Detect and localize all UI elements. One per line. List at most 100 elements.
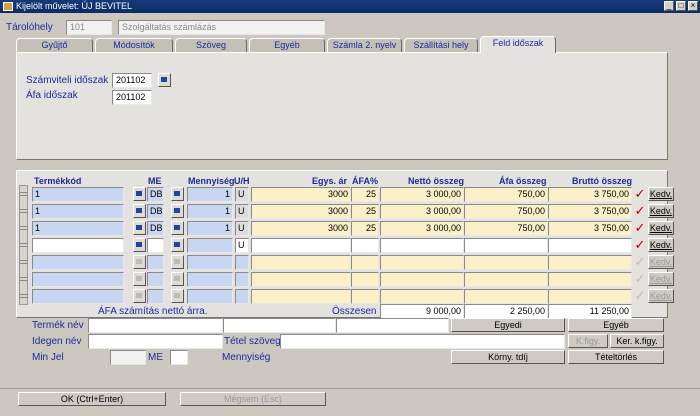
grid-cell-brutto[interactable]: 3 750,00 <box>548 221 632 236</box>
check-icon[interactable]: ✓ <box>633 255 647 269</box>
tab-egyeb[interactable]: Egyéb <box>249 38 325 52</box>
taroloh-code-field[interactable]: 101 <box>66 20 112 35</box>
grid-cell-me[interactable]: DB <box>147 187 164 202</box>
grid-cell-ar[interactable]: 3000 <box>251 221 351 236</box>
grid-cell-afa[interactable]: 750,00 <box>464 187 548 202</box>
grid-cell-me[interactable] <box>147 272 164 287</box>
grid-cell-uh[interactable]: U <box>235 238 249 253</box>
megsem-button[interactable]: Mégsem (Esc) <box>180 392 326 406</box>
grid-cell-afa-pct[interactable]: 25 <box>351 221 379 236</box>
grid-cell-me[interactable] <box>147 255 164 270</box>
grid-cell-afa[interactable]: 750,00 <box>464 221 548 236</box>
grid-cell-netto[interactable] <box>380 238 464 253</box>
check-icon[interactable]: ✓ <box>633 289 647 303</box>
row-handle[interactable] <box>20 277 28 281</box>
grid-cell-netto[interactable]: 3 000,00 <box>380 187 464 202</box>
calendar-icon[interactable] <box>158 73 171 87</box>
grid-cell-netto[interactable]: 3 000,00 <box>380 221 464 236</box>
tetel-torles-button[interactable]: Tételtörlés <box>568 350 664 364</box>
grid-cell-me[interactable] <box>147 238 164 253</box>
termek-nev-field-2[interactable] <box>223 318 336 333</box>
egyedi-button[interactable]: Egyedi <box>451 318 565 332</box>
calendar-icon[interactable] <box>171 255 184 269</box>
calendar-icon[interactable] <box>133 255 146 269</box>
ok-button[interactable]: OK (Ctrl+Enter) <box>18 392 166 406</box>
grid-cell-brutto[interactable] <box>548 289 632 304</box>
tab-feld-idoszak[interactable]: Feld időszak <box>480 36 556 53</box>
tab-gyujto[interactable]: Gyűjtő <box>16 38 93 52</box>
kedv-button[interactable]: Kedv. <box>648 221 674 235</box>
me-field[interactable] <box>170 350 188 365</box>
grid-cell-ar[interactable] <box>251 272 351 287</box>
check-icon[interactable]: ✓ <box>633 238 647 252</box>
kedv-button[interactable]: Kedv. <box>648 238 674 252</box>
grid-cell-uh[interactable] <box>235 255 249 270</box>
termek-nev-field-3[interactable] <box>336 318 449 333</box>
grid-cell-uh[interactable]: U <box>235 204 249 219</box>
calendar-icon[interactable] <box>133 221 146 235</box>
tab-szallitasi-hely[interactable]: Szállítási hely <box>404 38 478 52</box>
grid-cell-afa[interactable] <box>464 289 548 304</box>
grid-cell-brutto[interactable]: 3 750,00 <box>548 187 632 202</box>
grid-cell-kod[interactable]: 1 <box>32 221 124 236</box>
grid-cell-ar[interactable]: 3000 <box>251 204 351 219</box>
grid-cell-me[interactable]: DB <box>147 204 164 219</box>
calendar-icon[interactable] <box>133 272 146 286</box>
grid-cell-brutto[interactable] <box>548 272 632 287</box>
tab-szoveg[interactable]: Szöveg <box>175 38 247 52</box>
egyeb-button[interactable]: Egyéb <box>568 318 664 332</box>
korny-tdij-button[interactable]: Körny. tdíj <box>451 350 565 364</box>
idegen-nev-field[interactable] <box>88 334 223 349</box>
taroloh-name-field[interactable]: Szolgáltatás számlázás <box>118 20 325 35</box>
minimize-icon[interactable]: _ <box>664 1 674 11</box>
grid-cell-afa[interactable] <box>464 238 548 253</box>
grid-cell-brutto[interactable] <box>548 255 632 270</box>
grid-cell-uh[interactable]: U <box>235 187 249 202</box>
grid-cell-menny[interactable] <box>187 272 233 287</box>
check-icon[interactable]: ✓ <box>633 204 647 218</box>
grid-cell-menny[interactable] <box>187 289 233 304</box>
row-handle[interactable] <box>20 243 28 247</box>
check-icon[interactable]: ✓ <box>633 272 647 286</box>
maximize-icon[interactable]: □ <box>676 1 686 11</box>
ker-kfigy-button[interactable]: Ker. k.figy. <box>610 334 664 348</box>
grid-cell-menny[interactable]: 1 <box>187 187 233 202</box>
calendar-icon[interactable] <box>133 238 146 252</box>
calendar-icon[interactable] <box>171 289 184 303</box>
grid-cell-kod[interactable] <box>32 289 124 304</box>
grid-cell-afa-pct[interactable] <box>351 238 379 253</box>
kfigy-button[interactable]: K.figy. <box>568 334 608 348</box>
calendar-icon[interactable] <box>133 204 146 218</box>
grid-cell-brutto[interactable]: 3 750,00 <box>548 204 632 219</box>
grid-cell-afa[interactable] <box>464 255 548 270</box>
row-handle[interactable] <box>20 209 28 213</box>
tetel-szoveg-field[interactable] <box>280 334 565 349</box>
grid-cell-menny[interactable] <box>187 238 233 253</box>
grid-cell-uh[interactable]: U <box>235 221 249 236</box>
kedv-button[interactable]: Kedv. <box>648 187 674 201</box>
grid-cell-kod[interactable] <box>32 238 124 253</box>
tab-szamla-2-nyelv[interactable]: Számla 2. nyelv <box>327 38 402 52</box>
close-icon[interactable]: × <box>688 1 698 11</box>
calendar-icon[interactable] <box>171 272 184 286</box>
grid-cell-me[interactable] <box>147 289 164 304</box>
calendar-icon[interactable] <box>171 204 184 218</box>
grid-cell-netto[interactable]: 3 000,00 <box>380 204 464 219</box>
grid-cell-kod[interactable]: 1 <box>32 187 124 202</box>
kedv-button[interactable]: Kedv. <box>648 272 674 286</box>
grid-cell-me[interactable]: DB <box>147 221 164 236</box>
row-handle[interactable] <box>20 294 28 298</box>
grid-cell-menny[interactable] <box>187 255 233 270</box>
grid-cell-afa[interactable]: 750,00 <box>464 204 548 219</box>
grid-cell-netto[interactable] <box>380 272 464 287</box>
kedv-button[interactable]: Kedv. <box>648 289 674 303</box>
afa-idoszak-field[interactable]: 201102 <box>112 90 152 105</box>
grid-cell-ar[interactable] <box>251 289 351 304</box>
tab-modositok[interactable]: Módosítók <box>95 38 173 52</box>
grid-cell-brutto[interactable] <box>548 238 632 253</box>
row-handle[interactable] <box>20 226 28 230</box>
grid-cell-menny[interactable]: 1 <box>187 221 233 236</box>
termek-nev-field[interactable] <box>88 318 223 333</box>
grid-cell-ar[interactable] <box>251 238 351 253</box>
grid-cell-netto[interactable] <box>380 289 464 304</box>
